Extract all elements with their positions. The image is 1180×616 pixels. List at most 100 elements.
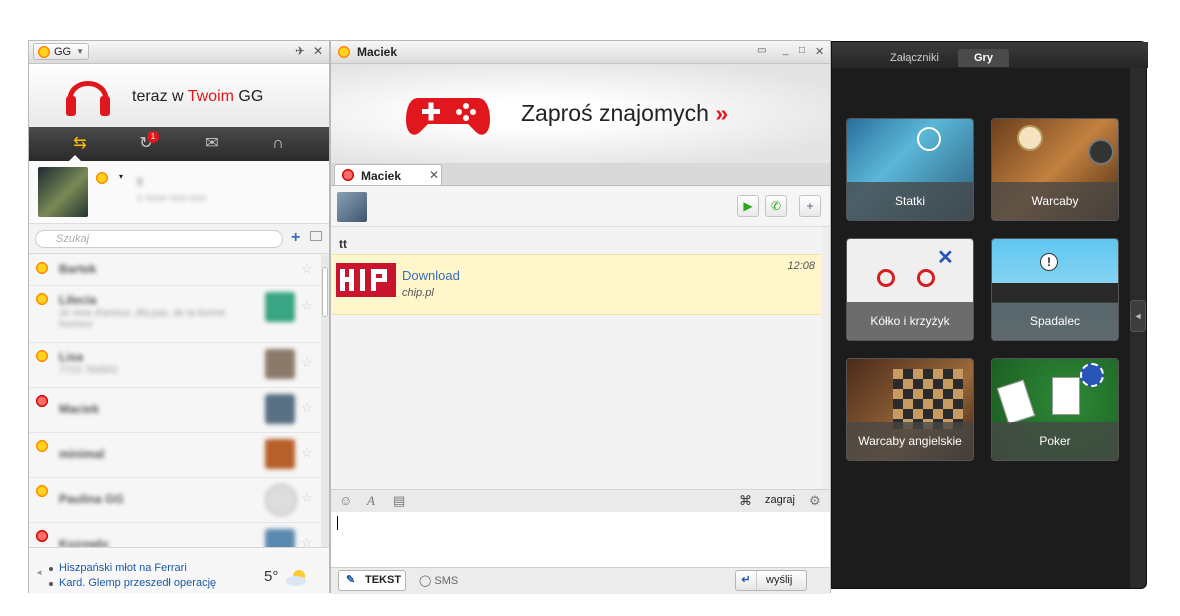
avatar[interactable] (38, 167, 88, 217)
tab-maciek[interactable]: Maciek ✕ (334, 164, 442, 185)
search-input[interactable]: Szukaj (35, 230, 283, 248)
voice-call-button[interactable]: ✆ (765, 195, 787, 217)
arrow-right-icon: » (715, 100, 729, 126)
message-input[interactable] (331, 512, 830, 567)
emoticon-icon[interactable]: ☺ (339, 493, 352, 508)
game-statki[interactable]: Statki (847, 119, 973, 220)
star-icon[interactable]: ☆ (301, 298, 313, 314)
side-panel-tabs: Załączniki Gry (832, 42, 1148, 68)
close-icon[interactable]: ✕ (815, 45, 824, 58)
message-history: tt Download chip.pl 12:08 (331, 227, 822, 489)
chip-logo[interactable] (336, 263, 396, 297)
text-cursor (337, 516, 338, 530)
download-link[interactable]: Download (402, 268, 460, 283)
news-link[interactable]: Hiszpański młot na Ferrari (59, 562, 187, 574)
close-icon[interactable]: ✕ (313, 44, 323, 58)
news-prev-icon[interactable]: ◄ (35, 568, 43, 577)
list-item[interactable]: minimal ☆ (29, 433, 321, 478)
mail-tab-icon[interactable]: ✉ (201, 134, 223, 154)
status-sun-icon (35, 292, 49, 306)
list-item[interactable]: Bartek ☆ (29, 255, 321, 286)
contact-description: 7723 784502 (59, 365, 118, 376)
star-icon[interactable]: ☆ (301, 400, 313, 416)
list-item[interactable]: Kozowlo ☆ (29, 523, 321, 547)
contact-description: Je reve d'amour, dhj pas, de la bonne hu… (59, 308, 226, 330)
status-sun-icon (35, 484, 49, 498)
avatar (265, 394, 295, 424)
attachment-icon[interactable]: ▤ (393, 493, 405, 509)
layout-icon[interactable]: ▭ (757, 45, 766, 56)
add-user-button[interactable]: + (799, 195, 821, 217)
contact-name: Bartek (59, 262, 97, 276)
tab-attachments[interactable]: Załączniki (890, 49, 939, 67)
game-warcaby-angielskie[interactable]: Warcaby angielskie (847, 359, 973, 460)
sms-mode-label: SMS (434, 575, 459, 587)
message-scrollbar[interactable] (822, 227, 830, 489)
collapse-panel-handle[interactable]: ◄ (1130, 300, 1146, 332)
list-view-icon[interactable] (310, 231, 322, 241)
minimize-icon[interactable]: _ (783, 45, 789, 56)
avatar[interactable] (337, 192, 367, 222)
game-kolko-krzyzyk[interactable]: ✕ Kółko i krzyżyk (847, 239, 973, 340)
contact-list: Bartek ☆ Lilecia Je reve d'amour, dhj pa… (29, 255, 321, 547)
star-icon[interactable]: ☆ (301, 355, 313, 371)
weather-cloud-icon[interactable] (284, 568, 310, 586)
weather-temperature[interactable]: 5° (264, 568, 278, 585)
game-warcaby[interactable]: Warcaby (992, 119, 1118, 220)
star-icon[interactable]: ☆ (301, 535, 313, 547)
notifications-tab-icon[interactable]: ↻ 1 (135, 131, 159, 154)
news-link[interactable]: Kard. Glemp przeszedł operację (59, 577, 216, 589)
message-bubble: Download chip.pl 12:08 (332, 254, 821, 315)
status-dropdown[interactable]: GG ▼ (33, 43, 89, 60)
play-button[interactable]: zagraj (765, 494, 795, 506)
avatar (265, 484, 297, 516)
music-tab-icon[interactable]: ∩ (267, 134, 289, 154)
avatar (265, 529, 295, 547)
chat-bubble-icon: ◯ (419, 575, 432, 587)
pin-icon[interactable]: ✈ (295, 44, 305, 58)
invite-banner[interactable]: Zaproś znajomych » (331, 64, 830, 163)
add-contact-icon[interactable]: + (291, 229, 300, 247)
contact-name: Lilecia (59, 293, 97, 307)
gamepad-icon (406, 98, 490, 135)
compose-toolbar: ☺ A ▤ ⌘ zagraj ⚙ (331, 489, 830, 513)
link-source: chip.pl (402, 287, 434, 299)
status-dropdown-label: GG (54, 45, 72, 58)
text-mode-button[interactable]: ✎ TEKST (338, 570, 406, 591)
game-label: Kółko i krzyżyk (847, 302, 973, 340)
sms-mode-button[interactable]: ◯ SMS (419, 574, 458, 587)
star-icon[interactable]: ☆ (301, 490, 313, 506)
star-icon[interactable]: ☆ (301, 445, 313, 461)
star-icon[interactable]: ☆ (301, 261, 313, 277)
game-label: Statki (847, 182, 973, 220)
contacts-tab-icon[interactable]: ⇆ (69, 134, 91, 154)
message-sender: tt (339, 237, 347, 251)
maximize-icon[interactable]: □ (799, 45, 805, 56)
game-spadalec[interactable]: ! Spadalec (992, 239, 1118, 340)
game-poker[interactable]: Poker (992, 359, 1118, 460)
list-item[interactable]: Paulina GG ☆ (29, 478, 321, 523)
send-button[interactable]: ↵ wyślij (735, 570, 807, 591)
status-sun-icon[interactable] (95, 171, 109, 185)
list-item[interactable]: Maciek ☆ (29, 388, 321, 433)
profile-name: lt (137, 175, 143, 189)
chat-bubble-icon: ✎ (346, 574, 356, 586)
close-icon[interactable]: ✕ (429, 168, 439, 182)
contact-name: Paulina GG (59, 492, 124, 506)
list-item[interactable]: Lisa 7723 784502 ☆ (29, 343, 321, 388)
avatar (265, 292, 295, 322)
contact-list-scrollbar[interactable] (321, 255, 329, 547)
gamepad-icon[interactable]: ⌘ (739, 493, 752, 509)
side-panel: Załączniki Gry Statki Warcaby ✕ Kółko i … (831, 41, 1148, 589)
chat-window: Maciek ▭ _ □ ✕ Zaproś znajomych » Maciek… (330, 40, 831, 594)
chevron-down-icon[interactable]: ▾ (119, 172, 123, 181)
list-item[interactable]: Lilecia Je reve d'amour, dhj pas, de la … (29, 286, 321, 343)
gear-icon[interactable]: ⚙ (809, 493, 821, 509)
tab-games[interactable]: Gry (958, 49, 1009, 67)
font-icon[interactable]: A (367, 493, 375, 509)
news-ticker: ◄ Hiszpański młot na Ferrari Kard. Glemp… (29, 547, 329, 594)
promo-banner[interactable]: teraz w Twoim GG (29, 64, 329, 126)
video-call-button[interactable]: ▶ (737, 195, 759, 217)
chat-titlebar: Maciek ▭ _ □ ✕ (331, 41, 830, 64)
game-label: Warcaby (992, 182, 1118, 220)
